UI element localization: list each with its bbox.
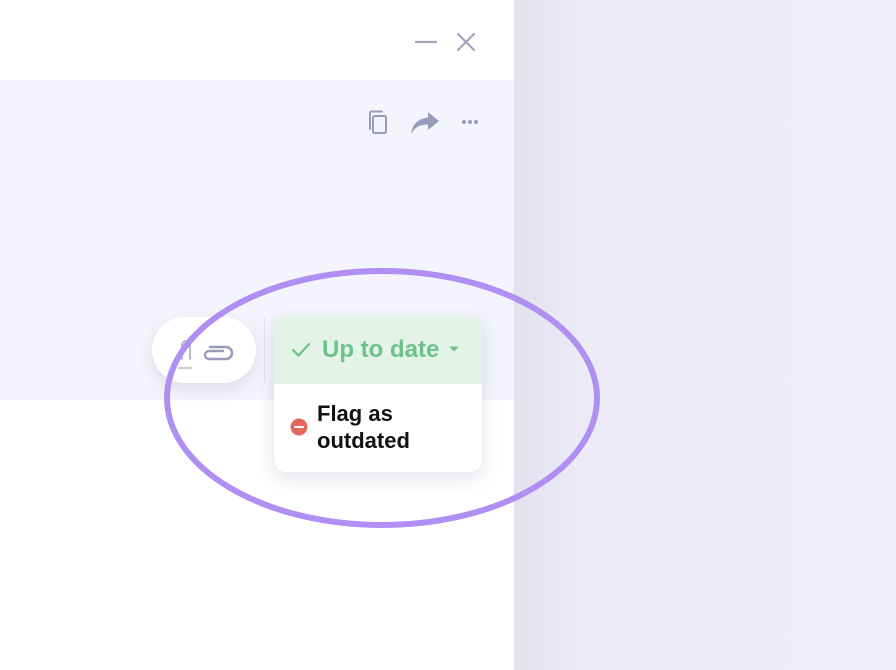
flag-outdated-label: Flag as outdated bbox=[317, 401, 410, 453]
check-icon bbox=[291, 342, 311, 357]
copy-icon bbox=[369, 110, 387, 134]
flag-outdated-option[interactable]: Flag as outdated bbox=[274, 384, 482, 472]
close-icon bbox=[456, 32, 476, 52]
share-button[interactable] bbox=[410, 108, 439, 136]
copy-button[interactable] bbox=[364, 108, 392, 136]
toolbar-divider bbox=[264, 318, 265, 382]
status-dropdown: Up to date Flag as outdated bbox=[274, 316, 482, 472]
share-icon bbox=[411, 112, 439, 134]
close-button[interactable] bbox=[454, 30, 478, 54]
paperclip-icon bbox=[178, 340, 234, 369]
window-titlebar bbox=[0, 0, 514, 80]
background-backdrop bbox=[514, 0, 896, 670]
more-icon bbox=[462, 120, 478, 124]
status-selector[interactable]: Up to date bbox=[274, 316, 482, 384]
more-options-button[interactable] bbox=[456, 108, 484, 136]
status-label: Up to date bbox=[322, 336, 440, 363]
caret-down-icon bbox=[449, 346, 459, 352]
document-panel: Up to date Flag as outdated bbox=[0, 0, 514, 670]
attachment-button[interactable] bbox=[152, 317, 256, 383]
minus-circle-icon bbox=[290, 418, 308, 436]
minimize-icon bbox=[414, 40, 438, 44]
minimize-button[interactable] bbox=[414, 30, 438, 54]
